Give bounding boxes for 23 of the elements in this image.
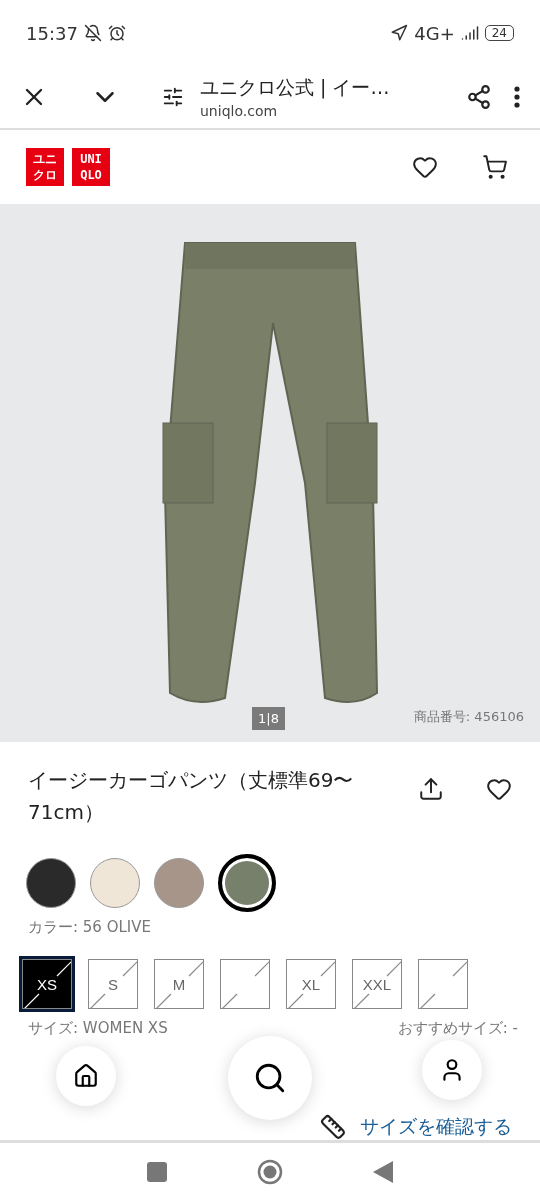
size-label: サイズ: WOMEN XS — [28, 1019, 168, 1038]
logo-tile[interactable]: ユニ クロ — [26, 148, 64, 186]
page-title: ユニクロ公式 | イー… — [200, 75, 391, 101]
clock-time: 15:37 — [26, 22, 78, 44]
size-option[interactable]: XXL — [352, 959, 402, 1009]
color-label: カラー: 56 OLIVE — [27, 917, 152, 937]
recommended-size: おすすめサイズ: - — [397, 1019, 518, 1038]
product-code: 商品番号: 456106 — [413, 708, 524, 726]
size-option[interactable]: XL — [286, 959, 336, 1009]
logo-text: ユニ — [33, 151, 57, 167]
logo-text: QLO — [80, 167, 102, 183]
logo-tile[interactable]: UNI QLO — [72, 148, 110, 186]
size-check-link[interactable]: サイズを確認する — [360, 1114, 512, 1140]
network-type: 4G+ — [414, 22, 455, 44]
size-option[interactable]: S — [88, 959, 138, 1009]
product-name: イージーカーゴパンツ（丈標準69〜71cm） — [28, 767, 355, 826]
image-counter: 1|8 — [252, 707, 285, 730]
battery-level: 24 — [484, 25, 514, 41]
logo-text: クロ — [33, 167, 57, 183]
logo-text: UNI — [80, 151, 102, 167]
size-option[interactable]: XS — [22, 959, 72, 1009]
page-url: uniqlo.com — [200, 103, 279, 119]
size-option[interactable]: M — [154, 959, 204, 1009]
